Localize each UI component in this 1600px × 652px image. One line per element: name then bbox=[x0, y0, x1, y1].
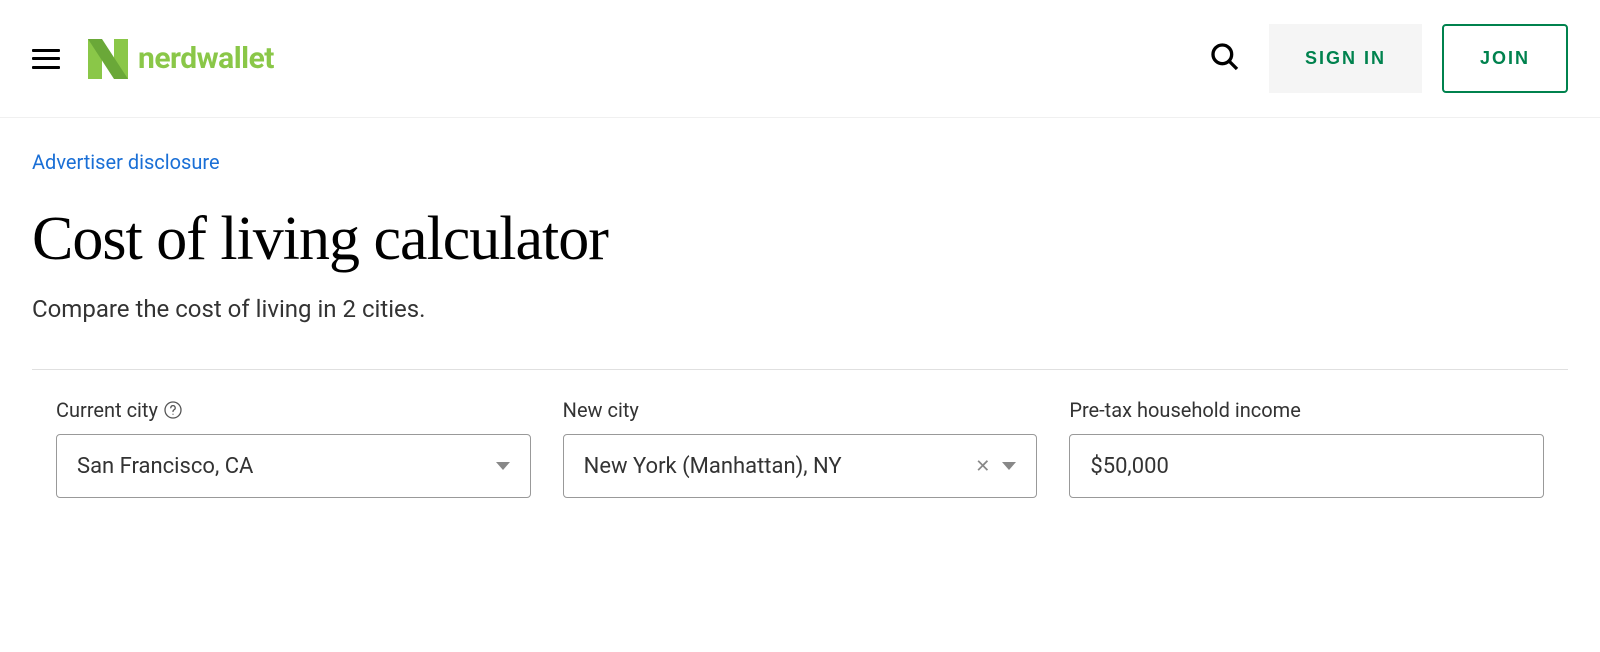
nerdwallet-logo-icon bbox=[88, 39, 128, 79]
current-city-label: Current city bbox=[56, 398, 531, 422]
income-field: Pre-tax household income bbox=[1069, 398, 1544, 498]
new-city-select[interactable]: New York (Manhattan), NY ✕ bbox=[563, 434, 1038, 498]
new-city-label: New city bbox=[563, 398, 1038, 422]
header: nerdwallet SIGN IN JOIN bbox=[0, 0, 1600, 118]
header-right: SIGN IN JOIN bbox=[1201, 24, 1568, 93]
search-icon[interactable] bbox=[1201, 33, 1249, 85]
calculator-form: Current city San Francisco, CA New city bbox=[32, 398, 1568, 498]
new-city-field: New city New York (Manhattan), NY ✕ bbox=[563, 398, 1038, 498]
clear-icon[interactable]: ✕ bbox=[975, 456, 990, 477]
new-city-value: New York (Manhattan), NY bbox=[584, 454, 976, 479]
divider bbox=[32, 369, 1568, 370]
page-subtitle: Compare the cost of living in 2 cities. bbox=[32, 295, 1568, 323]
page-title: Cost of living calculator bbox=[32, 204, 1568, 275]
current-city-value: San Francisco, CA bbox=[77, 454, 496, 479]
income-label: Pre-tax household income bbox=[1069, 398, 1544, 422]
current-city-label-text: Current city bbox=[56, 398, 158, 422]
main-content: Advertiser disclosure Cost of living cal… bbox=[0, 118, 1600, 518]
help-icon[interactable] bbox=[164, 401, 182, 419]
join-button[interactable]: JOIN bbox=[1442, 24, 1568, 93]
chevron-down-icon bbox=[496, 462, 510, 470]
chevron-down-icon bbox=[1002, 462, 1016, 470]
current-city-select[interactable]: San Francisco, CA bbox=[56, 434, 531, 498]
income-input[interactable] bbox=[1069, 434, 1544, 498]
header-left: nerdwallet bbox=[32, 39, 274, 79]
signin-button[interactable]: SIGN IN bbox=[1269, 24, 1422, 93]
advertiser-disclosure-link[interactable]: Advertiser disclosure bbox=[32, 138, 1568, 204]
current-city-field: Current city San Francisco, CA bbox=[56, 398, 531, 498]
hamburger-menu-icon[interactable] bbox=[32, 49, 60, 69]
logo[interactable]: nerdwallet bbox=[88, 39, 274, 79]
logo-text: nerdwallet bbox=[138, 41, 274, 76]
